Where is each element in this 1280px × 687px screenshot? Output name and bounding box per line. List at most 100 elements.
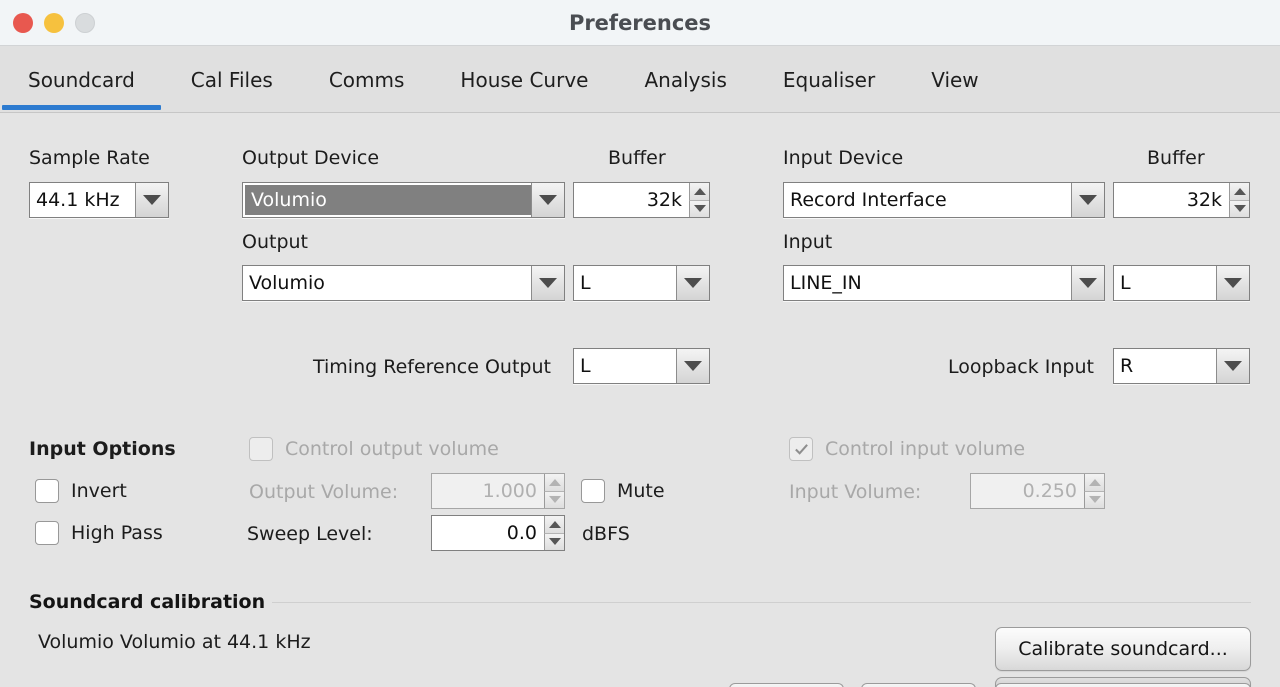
output-device-combo[interactable]: Volumio: [242, 182, 565, 218]
sweep-level-decrement-button[interactable]: [544, 533, 564, 550]
soundcard-panel: Sample Rate Output Device Buffer Input D…: [0, 113, 1280, 687]
chevron-down-icon: [143, 195, 161, 205]
timing-reference-output-dropdown-button[interactable]: [676, 349, 709, 383]
output-volume-increment-button: [544, 474, 564, 492]
input-buffer-spinner[interactable]: 32k: [1113, 182, 1250, 218]
tab-cal-files-label: Cal Files: [190, 67, 273, 92]
chevron-down-icon: [539, 278, 557, 288]
bottom-cut-button-middle[interactable]: [861, 683, 976, 687]
control-input-volume-label: Control input volume: [825, 438, 1026, 460]
input-volume-decrement-button: [1084, 491, 1104, 508]
sweep-level-stepper[interactable]: [544, 516, 564, 550]
input-device-label: Input Device: [783, 147, 904, 169]
section-divider: [272, 602, 1251, 603]
preferences-window: Preferences Soundcard Cal Files Comms Ho…: [0, 0, 1280, 687]
output-buffer-stepper[interactable]: [689, 183, 709, 217]
output-device-value: Volumio: [245, 185, 531, 215]
window-traffic-lights: [13, 13, 95, 33]
high-pass-checkbox[interactable]: [35, 521, 59, 545]
high-pass-label: High Pass: [71, 522, 163, 544]
preferences-tabbar: Soundcard Cal Files Comms House Curve An…: [0, 46, 1280, 113]
chevron-down-icon: [1224, 361, 1242, 371]
output-volume-value: 1.000: [482, 480, 537, 502]
sample-rate-combo[interactable]: 44.1 kHz: [29, 182, 169, 218]
input-channel-combo[interactable]: L: [1113, 265, 1250, 301]
input-buffer-increment-button[interactable]: [1229, 183, 1249, 201]
tab-equaliser[interactable]: Equaliser: [755, 46, 903, 113]
close-window-button[interactable]: [13, 13, 33, 33]
triangle-down-icon: [548, 496, 561, 504]
input-volume-spinner: 0.250: [970, 473, 1105, 509]
tab-list: Soundcard Cal Files Comms House Curve An…: [0, 46, 1007, 113]
zoom-window-button: [75, 13, 95, 33]
tab-analysis[interactable]: Analysis: [616, 46, 754, 113]
input-channel-dropdown-button[interactable]: [1216, 266, 1249, 300]
bottom-cut-button-right[interactable]: [995, 683, 1251, 687]
output-buffer-increment-button[interactable]: [689, 183, 709, 201]
sample-rate-dropdown-button[interactable]: [135, 183, 168, 217]
tab-view-label: View: [931, 67, 979, 92]
input-volume-label: Input Volume:: [789, 481, 922, 503]
output-combo[interactable]: Volumio: [242, 265, 565, 301]
output-device-label: Output Device: [242, 147, 380, 169]
sweep-level-spinner[interactable]: 0.0: [431, 515, 565, 551]
high-pass-checkbox-row[interactable]: High Pass: [35, 521, 163, 545]
chevron-down-icon: [1079, 278, 1097, 288]
tab-cal-files[interactable]: Cal Files: [163, 46, 301, 113]
output-buffer-spinner[interactable]: 32k: [573, 182, 710, 218]
sweep-level-unit: dBFS: [582, 523, 630, 545]
input-options-title: Input Options: [29, 438, 176, 460]
tab-soundcard[interactable]: Soundcard: [0, 46, 163, 113]
invert-checkbox[interactable]: [35, 479, 59, 503]
tab-comms[interactable]: Comms: [301, 46, 433, 113]
chevron-down-icon: [684, 361, 702, 371]
output-device-dropdown-button[interactable]: [531, 183, 564, 217]
tab-view[interactable]: View: [903, 46, 1006, 113]
triangle-down-icon: [1088, 496, 1101, 504]
soundcard-calibration-title: Soundcard calibration: [29, 591, 266, 613]
calibrate-soundcard-button[interactable]: Calibrate soundcard...: [995, 627, 1251, 671]
triangle-down-icon: [693, 205, 706, 213]
input-combo[interactable]: LINE_IN: [783, 265, 1105, 301]
input-buffer-stepper[interactable]: [1229, 183, 1249, 217]
invert-checkbox-row[interactable]: Invert: [35, 479, 127, 503]
triangle-up-icon: [693, 187, 706, 195]
mute-checkbox[interactable]: [581, 479, 605, 503]
output-channel-combo[interactable]: L: [573, 265, 710, 301]
chevron-down-icon: [539, 195, 557, 205]
window-titlebar: Preferences: [0, 0, 1280, 46]
input-device-dropdown-button[interactable]: [1071, 183, 1104, 217]
input-device-value: Record Interface: [790, 189, 947, 211]
triangle-up-icon: [548, 520, 561, 528]
timing-reference-output-combo[interactable]: L: [573, 348, 710, 384]
output-dropdown-button[interactable]: [531, 266, 564, 300]
input-label: Input: [783, 231, 833, 253]
tab-analysis-label: Analysis: [644, 67, 727, 92]
bottom-cut-button-left[interactable]: [729, 683, 844, 687]
timing-reference-output-value: L: [580, 355, 591, 377]
minimize-window-button[interactable]: [44, 13, 64, 33]
control-output-volume-checkbox: [249, 437, 273, 461]
tab-equaliser-label: Equaliser: [782, 67, 876, 92]
control-output-volume-checkbox-row: Control output volume: [249, 437, 499, 461]
input-volume-value: 0.250: [1022, 480, 1077, 502]
loopback-input-combo[interactable]: R: [1113, 348, 1250, 384]
control-output-volume-label: Control output volume: [285, 438, 499, 460]
input-buffer-label: Buffer: [1147, 147, 1205, 169]
output-volume-label: Output Volume:: [249, 481, 399, 503]
tab-house-curve[interactable]: House Curve: [432, 46, 616, 113]
mute-checkbox-row[interactable]: Mute: [581, 479, 665, 503]
tab-comms-label: Comms: [328, 67, 405, 92]
output-channel-dropdown-button[interactable]: [676, 266, 709, 300]
sweep-level-increment-button[interactable]: [544, 516, 564, 534]
loopback-input-label: Loopback Input: [948, 356, 1094, 378]
output-volume-spinner: 1.000: [431, 473, 565, 509]
input-dropdown-button[interactable]: [1071, 266, 1104, 300]
control-input-volume-checkbox-row: Control input volume: [789, 437, 1025, 461]
loopback-input-dropdown-button[interactable]: [1216, 349, 1249, 383]
input-device-combo[interactable]: Record Interface: [783, 182, 1105, 218]
input-channel-value: L: [1120, 272, 1131, 294]
tab-active-indicator: [2, 105, 161, 110]
output-buffer-decrement-button[interactable]: [689, 200, 709, 217]
input-buffer-decrement-button[interactable]: [1229, 200, 1249, 217]
